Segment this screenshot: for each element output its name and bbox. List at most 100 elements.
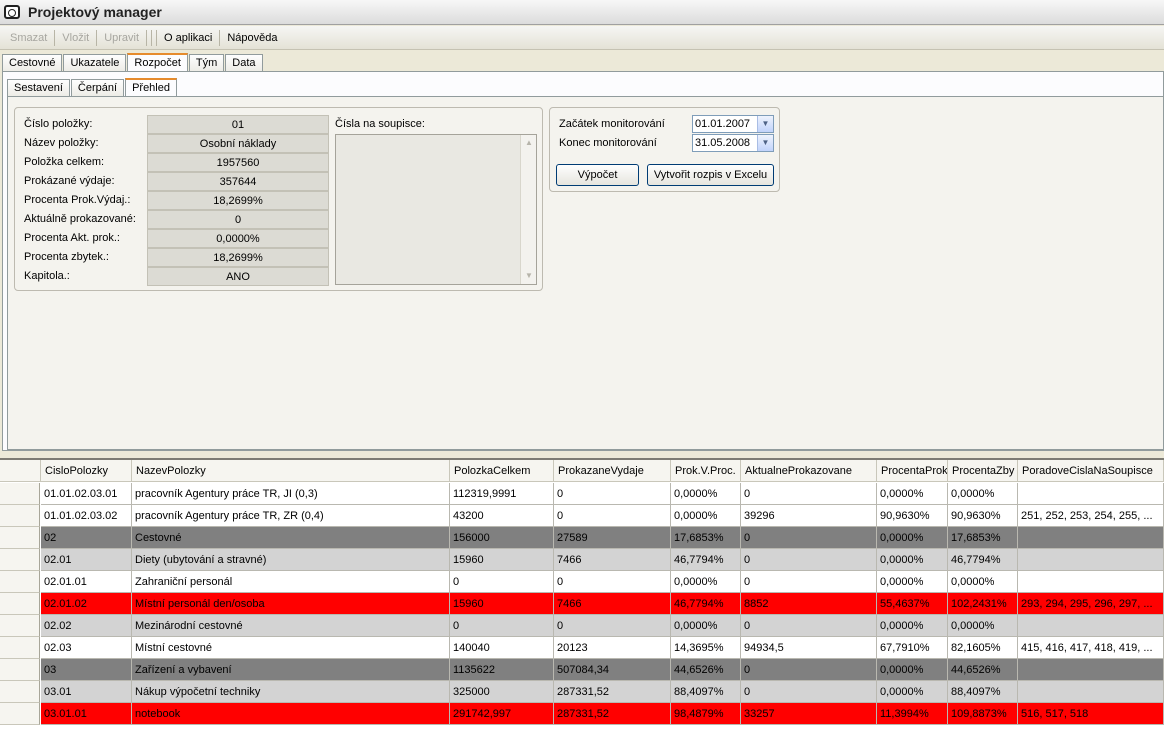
table-cell[interactable]: 0 bbox=[450, 571, 554, 593]
table-row[interactable]: 01.01.02.03.02 pracovník Agentury práce T… bbox=[0, 505, 1164, 527]
table-cell[interactable]: 0 bbox=[554, 483, 671, 505]
row-header[interactable] bbox=[0, 549, 40, 571]
table-cell[interactable]: 0 bbox=[741, 571, 877, 593]
table-cell[interactable]: 0 bbox=[450, 615, 554, 637]
table-cell[interactable] bbox=[1018, 681, 1164, 703]
column-header[interactable]: ProkazaneVydaje bbox=[554, 460, 671, 482]
table-cell[interactable]: 03.01 bbox=[41, 681, 132, 703]
table-row[interactable]: 02.01.02 Místní personál den/osoba 15960 74… bbox=[0, 593, 1164, 615]
table-row[interactable]: 02.01.01 Zahraniční personál 0 0 0,0000% 0 0,0… bbox=[0, 571, 1164, 593]
table-cell[interactable]: Místní personál den/osoba bbox=[132, 593, 450, 615]
table-cell[interactable]: 17,6853% bbox=[671, 527, 741, 549]
table-row[interactable]: 03 Zařízení a vybavení 1135622 507084,34 44,… bbox=[0, 659, 1164, 681]
table-cell[interactable]: 0,0000% bbox=[671, 483, 741, 505]
edit-button[interactable]: Upravit bbox=[98, 29, 145, 47]
table-cell[interactable]: 140040 bbox=[450, 637, 554, 659]
table-cell[interactable]: 0,0000% bbox=[948, 615, 1018, 637]
table-cell[interactable] bbox=[1018, 483, 1164, 505]
table-cell[interactable]: 02 bbox=[41, 527, 132, 549]
chevron-down-icon[interactable]: ▼ bbox=[757, 135, 773, 151]
table-cell[interactable]: 46,7794% bbox=[671, 593, 741, 615]
table-cell[interactable]: 0,0000% bbox=[877, 659, 948, 681]
table-cell[interactable]: 94934,5 bbox=[741, 637, 877, 659]
end-date-picker[interactable]: 31.05.2008 ▼ bbox=[692, 134, 774, 152]
table-cell[interactable]: 11,3994% bbox=[877, 703, 948, 725]
column-header[interactable]: ProcentaProk bbox=[877, 460, 948, 482]
table-cell[interactable]: 44,6526% bbox=[671, 659, 741, 681]
table-cell[interactable]: 0,0000% bbox=[948, 571, 1018, 593]
table-cell[interactable]: 90,9630% bbox=[948, 505, 1018, 527]
table-cell[interactable]: 112319,9991 bbox=[450, 483, 554, 505]
insert-button[interactable]: Vložit bbox=[56, 29, 95, 47]
app-icon[interactable] bbox=[4, 5, 20, 19]
table-cell[interactable]: 516, 517, 518 bbox=[1018, 703, 1164, 725]
scroll-down-icon[interactable]: ▼ bbox=[522, 269, 536, 283]
row-header[interactable] bbox=[0, 659, 40, 681]
about-button[interactable]: O aplikaci bbox=[158, 29, 218, 47]
row-header[interactable] bbox=[0, 637, 40, 659]
table-cell[interactable]: 20123 bbox=[554, 637, 671, 659]
table-cell[interactable]: 02.02 bbox=[41, 615, 132, 637]
table-cell[interactable]: 44,6526% bbox=[948, 659, 1018, 681]
column-header[interactable]: NazevPolozky bbox=[132, 460, 450, 482]
table-cell[interactable]: 293, 294, 295, 296, 297, ... bbox=[1018, 593, 1164, 615]
table-row[interactable]: 02.01 Diety (ubytování a stravné) 15960 746… bbox=[0, 549, 1164, 571]
table-cell[interactable]: 98,4879% bbox=[671, 703, 741, 725]
table-cell[interactable]: 0,0000% bbox=[877, 571, 948, 593]
tab-cestovne[interactable]: Cestovné bbox=[2, 54, 63, 72]
table-cell[interactable] bbox=[1018, 549, 1164, 571]
table-cell[interactable]: Místní cestovné bbox=[132, 637, 450, 659]
table-cell[interactable]: 02.01.01 bbox=[41, 571, 132, 593]
table-cell[interactable]: 0,0000% bbox=[877, 483, 948, 505]
table-cell[interactable]: 7466 bbox=[554, 549, 671, 571]
chevron-down-icon[interactable]: ▼ bbox=[757, 116, 773, 132]
table-cell[interactable]: 0 bbox=[741, 659, 877, 681]
table-cell[interactable]: 03 bbox=[41, 659, 132, 681]
row-header[interactable] bbox=[0, 681, 40, 703]
table-cell[interactable]: 0 bbox=[554, 571, 671, 593]
excel-export-button[interactable]: Vytvořit rozpis v Excelu bbox=[647, 164, 774, 186]
table-cell[interactable]: 55,4637% bbox=[877, 593, 948, 615]
table-cell[interactable]: pracovník Agentury práce TR, ZR (0,4) bbox=[132, 505, 450, 527]
table-cell[interactable]: Zařízení a vybavení bbox=[132, 659, 450, 681]
tab-tym[interactable]: Tým bbox=[188, 54, 225, 72]
table-cell[interactable]: 0,0000% bbox=[877, 527, 948, 549]
calculate-button[interactable]: Výpočet bbox=[556, 164, 639, 186]
table-cell[interactable]: 0,0000% bbox=[877, 615, 948, 637]
table-cell[interactable]: 415, 416, 417, 418, 419, ... bbox=[1018, 637, 1164, 659]
table-cell[interactable]: 15960 bbox=[450, 549, 554, 571]
column-header[interactable]: Prok.V.Proc. bbox=[671, 460, 741, 482]
column-header[interactable]: ProcentaZby bbox=[948, 460, 1018, 482]
table-cell[interactable]: Mezinárodní cestovné bbox=[132, 615, 450, 637]
table-cell[interactable]: 46,7794% bbox=[948, 549, 1018, 571]
table-cell[interactable]: 291742,997 bbox=[450, 703, 554, 725]
table-cell[interactable]: 82,1605% bbox=[948, 637, 1018, 659]
table-cell[interactable]: 0,0000% bbox=[877, 549, 948, 571]
table-cell[interactable]: 0 bbox=[554, 615, 671, 637]
table-cell[interactable] bbox=[1018, 571, 1164, 593]
table-cell[interactable]: 43200 bbox=[450, 505, 554, 527]
table-cell[interactable] bbox=[1018, 659, 1164, 681]
soupis-scrollbar[interactable]: ▲ ▼ bbox=[520, 135, 536, 284]
scroll-up-icon[interactable]: ▲ bbox=[522, 136, 536, 150]
help-button[interactable]: Nápověda bbox=[221, 29, 283, 47]
table-cell[interactable]: 15960 bbox=[450, 593, 554, 615]
start-date-picker[interactable]: 01.01.2007 ▼ bbox=[692, 115, 774, 133]
table-row[interactable]: 03.01 Nákup výpočetní techniky 325000 28733… bbox=[0, 681, 1164, 703]
column-header[interactable]: PoradoveCislaNaSoupisce bbox=[1018, 460, 1164, 482]
tab-data[interactable]: Data bbox=[225, 54, 263, 72]
table-cell[interactable]: 27589 bbox=[554, 527, 671, 549]
table-cell[interactable]: pracovník Agentury práce TR, JI (0,3) bbox=[132, 483, 450, 505]
table-cell[interactable]: 7466 bbox=[554, 593, 671, 615]
table-cell[interactable]: 0,0000% bbox=[671, 505, 741, 527]
table-cell[interactable]: Cestovné bbox=[132, 527, 450, 549]
table-cell[interactable]: 14,3695% bbox=[671, 637, 741, 659]
table-cell[interactable]: 0,0000% bbox=[671, 571, 741, 593]
table-cell[interactable]: Zahraniční personál bbox=[132, 571, 450, 593]
row-header[interactable] bbox=[0, 505, 40, 527]
tab-rozpocet[interactable]: Rozpočet bbox=[127, 53, 188, 73]
table-cell[interactable]: 109,8873% bbox=[948, 703, 1018, 725]
table-cell[interactable]: 0 bbox=[741, 549, 877, 571]
column-header[interactable]: AktualneProkazovane bbox=[741, 460, 877, 482]
tab-sestaveni[interactable]: Sestavení bbox=[7, 79, 70, 97]
